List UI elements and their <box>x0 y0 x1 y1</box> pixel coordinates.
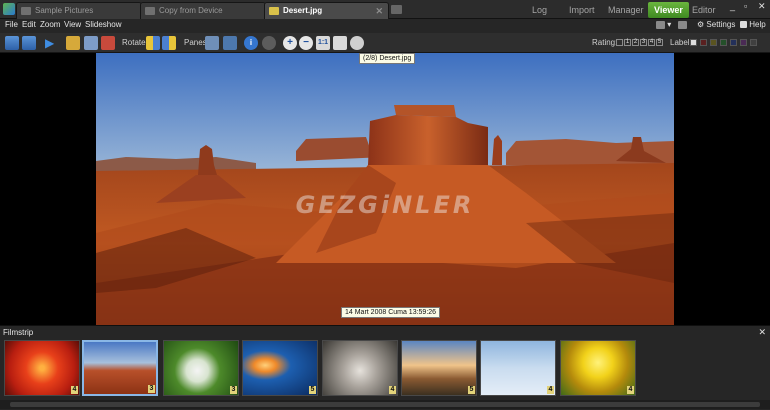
pane-layout-icon[interactable] <box>205 36 219 50</box>
thumbnail-penguins[interactable]: 4 <box>480 340 556 396</box>
rating-badge: 3 <box>148 385 155 393</box>
help-button[interactable]: Help <box>740 20 766 29</box>
menu-file[interactable]: File <box>5 20 18 29</box>
rating-badge: 4 <box>389 386 396 394</box>
thumbnail-chrysanthemum[interactable]: 4 <box>4 340 80 396</box>
date-tooltip: 14 Mart 2008 Cuma 13:59:26 <box>341 307 441 318</box>
delete-icon[interactable] <box>101 36 115 50</box>
zoom-out-icon[interactable]: − <box>299 36 313 50</box>
tab-copy-from-device[interactable]: Copy from Device <box>140 2 266 19</box>
info-icon[interactable]: i <box>244 36 258 50</box>
refresh-icon[interactable] <box>262 36 276 50</box>
rating-label: Rating: <box>592 38 618 47</box>
rating-3[interactable]: 3 <box>640 39 647 46</box>
thumbnail-tulips[interactable]: 4 <box>560 340 636 396</box>
app-logo-icon <box>3 3 15 15</box>
filmstrip-track: 4 3 3 5 4 5 4 4 <box>0 338 770 398</box>
document-icon[interactable] <box>678 20 687 29</box>
play-slideshow-icon[interactable]: ▶ <box>45 36 55 50</box>
screen-icon[interactable]: ▾ <box>656 20 671 29</box>
mode-editor[interactable]: Editor <box>686 2 722 18</box>
mode-login[interactable]: Log In <box>526 2 553 31</box>
rotate-left-icon[interactable] <box>146 36 160 50</box>
menu-edit[interactable]: Edit <box>22 20 36 29</box>
rotate-label: Rotate: <box>122 38 148 47</box>
label-green[interactable] <box>720 39 727 46</box>
close-window-button[interactable]: ✕ <box>758 1 766 12</box>
tab-label: Copy from Device <box>159 6 223 15</box>
thumbnail-hydrangeas[interactable]: 3 <box>163 340 239 396</box>
label-blue[interactable] <box>730 39 737 46</box>
forward-arrow-icon[interactable] <box>22 36 36 50</box>
zoom-icon[interactable] <box>350 36 364 50</box>
label-label: Label <box>670 38 690 47</box>
rating-badge: 5 <box>468 386 475 394</box>
desert-image <box>96 53 674 325</box>
thumbnail-desert[interactable]: 3 <box>82 340 158 396</box>
mode-import[interactable]: Import <box>563 2 601 18</box>
rotate-right-icon[interactable] <box>162 36 176 50</box>
filmstrip-title: Filmstrip <box>3 328 34 337</box>
new-tab-icon[interactable] <box>391 5 402 14</box>
toolbar: ▶ Rotate: Panes: i + − 1:1 Rating: 1 2 3… <box>0 33 770 53</box>
app-window: Sample Pictures Copy from Device Desert.… <box>0 0 770 410</box>
copy-icon[interactable] <box>84 36 98 50</box>
help-label: Help <box>749 20 766 29</box>
back-arrow-icon[interactable] <box>5 36 19 50</box>
menu-zoom[interactable]: Zoom <box>40 20 60 29</box>
rating-badge: 4 <box>71 386 78 394</box>
label-red[interactable] <box>700 39 707 46</box>
scrollbar-thumb[interactable] <box>10 402 760 407</box>
filmstrip-scrollbar[interactable] <box>0 400 770 409</box>
filmstrip-close-icon[interactable]: ✕ <box>758 327 766 338</box>
rating-2[interactable]: 2 <box>632 39 639 46</box>
zoom-in-icon[interactable]: + <box>283 36 297 50</box>
label-purple[interactable] <box>740 39 747 46</box>
settings-button[interactable]: ⚙ Settings <box>697 20 735 29</box>
mode-manager[interactable]: Manager <box>602 2 650 18</box>
minimize-button[interactable]: _ <box>730 1 735 11</box>
image-viewer[interactable]: GEZGiNLER (2/8) Desert.jpg 14 Mart 2008 … <box>0 53 770 325</box>
rating-1[interactable]: 1 <box>624 39 631 46</box>
menu-slideshow[interactable]: Slideshow <box>85 20 121 29</box>
thumbnail-koala[interactable]: 4 <box>322 340 398 396</box>
rating-5[interactable]: 5 <box>656 39 663 46</box>
label-clear-icon[interactable] <box>690 39 697 46</box>
tab-label: Desert.jpg <box>283 6 323 15</box>
rating-badge: 5 <box>309 386 316 394</box>
label-yellow[interactable] <box>710 39 717 46</box>
folder-icon <box>21 7 31 15</box>
filename-tooltip: (2/8) Desert.jpg <box>359 53 416 64</box>
tab-desert-jpg[interactable]: Desert.jpg ✕ <box>264 2 389 19</box>
maximize-button[interactable]: ▫ <box>744 1 747 11</box>
filmstrip-pane: Filmstrip ✕ 4 3 3 5 4 5 4 4 <box>0 325 770 410</box>
menu-bar: File Edit Zoom View Slideshow ▾ ⚙ Settin… <box>0 19 770 33</box>
open-folder-icon[interactable] <box>66 36 80 50</box>
rating-4[interactable]: 4 <box>648 39 655 46</box>
rating-badge: 3 <box>230 386 237 394</box>
thumbnail-lighthouse[interactable]: 5 <box>401 340 477 396</box>
rating-badge: 4 <box>547 386 554 394</box>
rating-clear-icon[interactable] <box>616 39 623 46</box>
desert-photo: GEZGiNLER <box>96 53 674 325</box>
mode-viewer[interactable]: Viewer <box>648 2 689 18</box>
actual-size-icon[interactable]: 1:1 <box>316 36 330 50</box>
thumbnail-jellyfish[interactable]: 5 <box>242 340 318 396</box>
fit-to-window-icon[interactable] <box>333 36 347 50</box>
watermark-text: GEZGiNLER <box>295 191 475 219</box>
tab-bar: Sample Pictures Copy from Device Desert.… <box>0 0 770 31</box>
tab-sample-pictures[interactable]: Sample Pictures <box>16 2 142 19</box>
settings-label: Settings <box>706 20 736 29</box>
rating-badge: 4 <box>627 386 634 394</box>
pane-info-icon[interactable] <box>223 36 237 50</box>
close-tab-icon[interactable]: ✕ <box>375 3 383 19</box>
tab-label: Sample Pictures <box>35 6 94 15</box>
image-icon <box>269 7 279 15</box>
menu-view[interactable]: View <box>64 20 81 29</box>
device-icon <box>145 7 155 15</box>
label-gray[interactable] <box>750 39 757 46</box>
